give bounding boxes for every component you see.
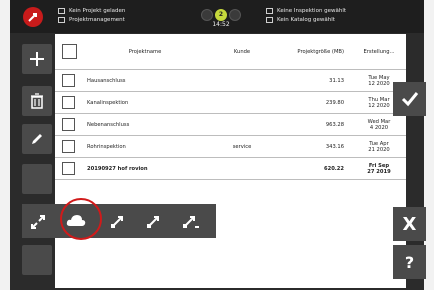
row-checkbox[interactable] [62, 118, 75, 131]
column-header-size[interactable]: Projektgröße (MB) [273, 34, 352, 70]
app-frame: Kein Projekt geladen Projektmanagement 2… [10, 0, 426, 290]
column-header-created[interactable]: Erstellung... [352, 34, 406, 70]
add-project-button[interactable] [22, 44, 52, 74]
empty-left-button[interactable] [22, 164, 52, 194]
table-row[interactable]: 20190927 hof rovion 620.22 Fri Sep 27 201… [55, 157, 406, 180]
project-name: Hausanschluss [79, 69, 211, 92]
delete-project-button[interactable] [22, 86, 52, 116]
column-header-name[interactable]: Projektname [79, 34, 211, 70]
trash-icon [31, 93, 43, 109]
project-date: Tue Apr 21 2020 [352, 135, 406, 158]
share-flyout [22, 204, 216, 238]
project-name: Nebenanschluss [79, 113, 211, 136]
project-size: 963.28 [273, 113, 352, 136]
column-header-customer[interactable]: Kunde [211, 34, 273, 70]
edit-project-button[interactable] [22, 124, 52, 154]
cloud-highlight-circle [60, 198, 102, 240]
usb-export-icon [183, 216, 199, 228]
project-date: Fri Sep 27 2019 [352, 157, 406, 180]
export-button[interactable] [110, 214, 124, 233]
project-date-line2: 4 2020 [369, 124, 389, 131]
help-icon: ? [404, 252, 415, 272]
catalog-icon [266, 17, 273, 23]
project-size: 239.80 [273, 91, 352, 114]
project-management-text: Projektmanagement [69, 17, 125, 23]
import-button[interactable] [146, 214, 160, 233]
catalog-status[interactable]: Kein Katalog gewählt [266, 17, 335, 23]
empty-left-button-bottom[interactable] [22, 245, 52, 275]
share-icon [31, 215, 45, 229]
plus-icon [30, 52, 44, 66]
clock-badge: 2 [215, 9, 227, 21]
project-date-line2: 27 2019 [367, 168, 391, 175]
help-button[interactable]: ? [393, 245, 426, 279]
clock-time: 14:52 [212, 21, 230, 28]
project-customer [211, 113, 273, 136]
project-icon [58, 8, 65, 14]
clock-widget: 2 14:52 [196, 4, 246, 28]
row-checkbox[interactable] [62, 140, 75, 153]
indicator-right-icon [229, 9, 241, 21]
project-customer [211, 69, 273, 92]
project-date-line2: 21 2020 [368, 146, 390, 153]
row-checkbox[interactable] [62, 162, 75, 175]
inspection-status[interactable]: Keine Inspektion gewählt [266, 8, 346, 14]
indicator-left-icon [201, 9, 213, 21]
row-checkbox[interactable] [62, 96, 75, 109]
table-row[interactable]: Kanalinspektion 239.80 Thu Mar 12 2020 [55, 91, 406, 114]
project-management-status[interactable]: Projektmanagement [58, 17, 125, 23]
close-icon: X [402, 213, 417, 235]
project-name: Kanalinspektion [79, 91, 211, 114]
table-row[interactable]: Hausanschluss 31.13 Tue May 12 2020 [55, 69, 406, 92]
project-status-text: Kein Projekt geladen [69, 8, 126, 14]
folder-icon [58, 17, 65, 23]
project-customer [211, 91, 273, 114]
project-table-panel: Projektname Kunde Projektgröße (MB) Erst… [55, 34, 406, 288]
table-header-row: Projektname Kunde Projektgröße (MB) Erst… [55, 34, 406, 70]
cancel-button[interactable]: X [393, 207, 426, 241]
export-icon [111, 216, 123, 228]
import-icon [147, 216, 159, 228]
project-customer [211, 157, 273, 180]
project-customer: service [211, 135, 273, 158]
project-size: 343.16 [273, 135, 352, 158]
row-checkbox[interactable] [62, 74, 75, 87]
catalog-status-text: Kein Katalog gewählt [277, 17, 335, 23]
usb-export-button[interactable] [182, 214, 200, 233]
table-row[interactable]: Nebenanschluss 963.28 Wed Mar 4 2020 [55, 113, 406, 136]
project-name: Rohrinspektion [79, 135, 211, 158]
top-status-bar: Kein Projekt geladen Projektmanagement 2… [10, 0, 424, 33]
inspection-icon [266, 8, 273, 14]
project-size: 620.22 [273, 157, 352, 180]
confirm-button[interactable] [393, 82, 426, 116]
project-date: Wed Mar 4 2020 [352, 113, 406, 136]
table-row[interactable]: Rohrinspektion service 343.16 Tue Apr 21 … [55, 135, 406, 158]
app-logo-icon[interactable] [23, 7, 43, 27]
inspection-status-text: Keine Inspektion gewählt [277, 8, 347, 14]
share-button[interactable] [30, 214, 46, 234]
project-status[interactable]: Kein Projekt geladen [58, 8, 125, 14]
pencil-icon [32, 134, 42, 144]
project-name: 20190927 hof rovion [79, 157, 211, 180]
project-table: Projektname Kunde Projektgröße (MB) Erst… [55, 34, 406, 180]
select-all-checkbox[interactable] [62, 44, 77, 59]
project-size: 31.13 [273, 69, 352, 92]
check-icon [401, 92, 418, 107]
